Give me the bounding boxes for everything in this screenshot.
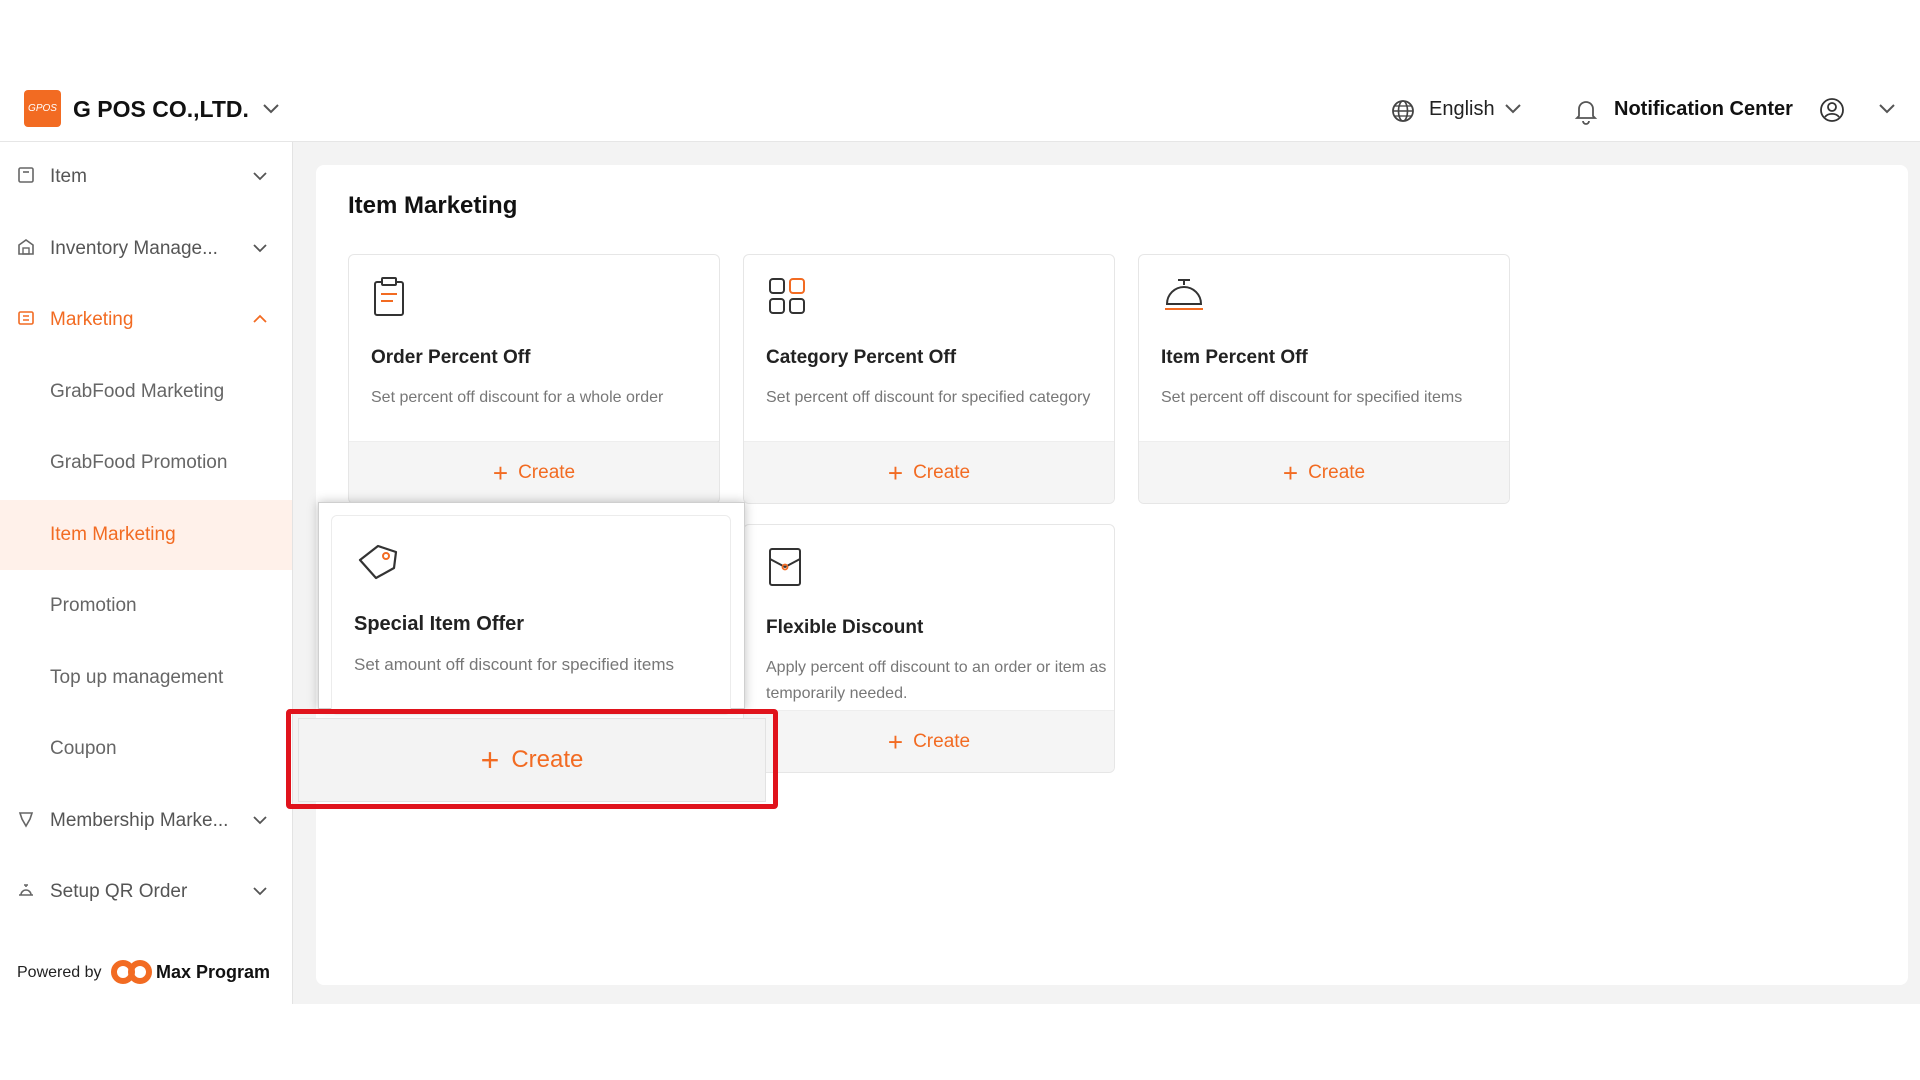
plus-icon: + — [492, 457, 509, 488]
create-label: Create — [913, 730, 971, 752]
create-button[interactable]: + Create — [744, 710, 1114, 772]
item-icon — [18, 167, 34, 183]
bell-icon[interactable] — [1573, 97, 1599, 125]
chevron-up-icon — [253, 314, 267, 323]
chevron-down-icon — [253, 172, 267, 181]
card-order-percent-off: Order Percent Off Set percent off discou… — [348, 254, 720, 504]
create-button[interactable]: + Create — [744, 441, 1114, 503]
sidebar-item-item-marketing[interactable]: Item Marketing — [0, 500, 292, 570]
company-logo: GPOS — [24, 90, 61, 127]
language-selector[interactable]: English — [1429, 98, 1495, 121]
create-label: Create — [1308, 461, 1366, 483]
company-name[interactable]: G POS CO.,LTD. — [73, 96, 249, 123]
plus-icon: + — [480, 742, 500, 778]
app-root: GPOS G POS CO.,LTD. English Notification… — [0, 0, 1920, 1080]
create-button[interactable]: + Create — [298, 718, 766, 802]
sidebar-item-membership[interactable]: Membership Marke... — [0, 786, 292, 856]
card-category-percent-off: Category Percent Off Set percent off dis… — [743, 254, 1115, 504]
service-bell-icon — [1165, 279, 1203, 310]
sidebar-item-label: Membership Marke... — [50, 810, 229, 831]
plus-icon: + — [887, 726, 904, 757]
max-program-logo-icon — [111, 960, 152, 984]
card-description: Set amount off discount for specified it… — [354, 655, 675, 674]
sidebar-item-promotion[interactable]: Promotion — [0, 571, 292, 641]
marketing-icon — [18, 311, 34, 325]
card-flexible-discount: Flexible Discount Apply percent off disc… — [743, 524, 1115, 773]
envelope-icon — [769, 548, 801, 586]
card-title: Order Percent Off — [371, 347, 531, 368]
powered-by-label: Powered by — [17, 964, 102, 981]
sidebar-item-qr-order[interactable]: Setup QR Order — [0, 857, 292, 927]
chevron-down-icon[interactable] — [262, 102, 280, 116]
card-title: Category Percent Off — [766, 347, 957, 368]
card-title: Special Item Offer — [354, 613, 525, 635]
sidebar-item-label: Marketing — [50, 309, 134, 330]
sidebar-item-coupon[interactable]: Coupon — [0, 714, 292, 784]
card-description: Set percent off discount for specified i… — [1161, 389, 1463, 406]
sidebar-item-label: Item Marketing — [50, 524, 176, 545]
create-label: Create — [518, 461, 576, 483]
sidebar-item-top-up[interactable]: Top up management — [0, 643, 292, 713]
clipboard-icon — [374, 277, 404, 316]
chevron-down-icon — [253, 816, 267, 825]
card-description: Set percent off discount for a whole ord… — [371, 389, 664, 406]
sidebar-item-label: Setup QR Order — [50, 881, 188, 902]
sidebar-item-label: Item — [50, 166, 87, 187]
sidebar-item-label: Coupon — [50, 738, 117, 759]
plus-icon: + — [887, 457, 904, 488]
sidebar-item-marketing[interactable]: Marketing — [0, 285, 292, 355]
sidebar-item-grabfood-marketing[interactable]: GrabFood Marketing — [0, 357, 292, 427]
card-description: Set percent off discount for specified c… — [766, 389, 1091, 406]
sidebar-item-label: Inventory Manage... — [50, 238, 218, 259]
card-item-percent-off: Item Percent Off Set percent off discoun… — [1138, 254, 1510, 504]
create-label: Create — [511, 746, 584, 773]
card-description: Apply percent off discount to an order o… — [766, 659, 1107, 702]
page-title: Item Marketing — [348, 192, 518, 219]
sidebar-item-label: Top up management — [50, 667, 224, 688]
sidebar-item-label: Promotion — [50, 595, 137, 616]
user-avatar-icon[interactable] — [1818, 96, 1846, 124]
membership-icon — [18, 812, 34, 828]
globe-icon[interactable] — [1390, 98, 1416, 124]
sidebar-item-item[interactable]: Item — [0, 142, 292, 212]
create-label: Create — [913, 461, 971, 483]
price-tag-icon — [358, 544, 398, 580]
plus-icon: + — [1282, 457, 1299, 488]
chevron-down-icon — [253, 244, 267, 253]
chevron-down-icon[interactable] — [1504, 102, 1522, 116]
chevron-down-icon[interactable] — [1878, 102, 1896, 116]
category-grid-icon — [769, 278, 805, 314]
inventory-icon — [18, 239, 34, 255]
max-program-brand: Max Program — [156, 962, 271, 982]
create-button[interactable]: + Create — [349, 441, 719, 503]
sidebar-item-label: GrabFood Marketing — [50, 381, 225, 402]
card-title: Item Percent Off — [1161, 347, 1308, 368]
top-header: GPOS G POS CO.,LTD. English Notification… — [0, 84, 1920, 142]
chevron-down-icon — [253, 887, 267, 896]
sidebar: Item Inventory Manage... Marketing GrabF… — [0, 142, 293, 1004]
notification-center-link[interactable]: Notification Center — [1614, 98, 1793, 121]
sidebar-item-inventory[interactable]: Inventory Manage... — [0, 214, 292, 284]
create-button[interactable]: + Create — [1139, 441, 1509, 503]
qr-order-icon — [19, 884, 33, 896]
sidebar-item-grabfood-promotion[interactable]: GrabFood Promotion — [0, 428, 292, 498]
sidebar-item-label: GrabFood Promotion — [50, 452, 228, 473]
card-title: Flexible Discount — [766, 617, 924, 638]
